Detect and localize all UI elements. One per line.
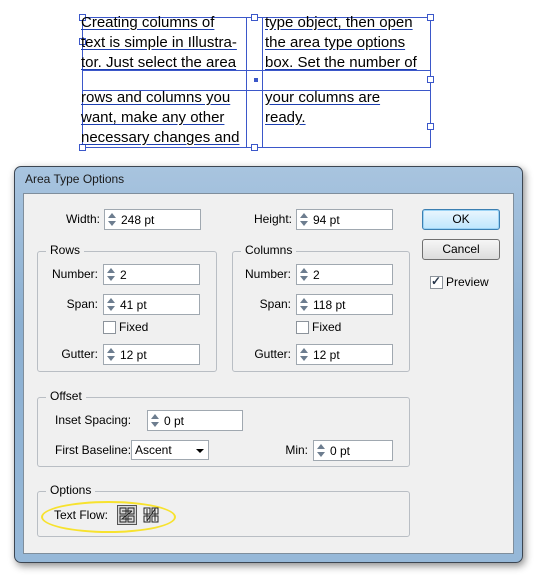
resize-handle-bottom-right[interactable]	[427, 123, 434, 130]
columns-span-stepper[interactable]	[299, 297, 309, 312]
inset-spacing-label: Inset Spacing:	[55, 413, 132, 427]
columns-number-value: 2	[313, 268, 320, 282]
checkmark-icon: ✓	[431, 274, 442, 288]
text-line: type object, then open	[265, 14, 413, 31]
columns-fixed-label: Fixed	[312, 320, 342, 334]
text-column-1-bottom: rows and columns you want, make any othe…	[81, 88, 239, 148]
options-group: Options Text Flow:	[37, 483, 410, 537]
rows-gutter-label: Gutter:	[61, 347, 98, 361]
rows-span-value: 41 pt	[120, 298, 147, 312]
width-value: 248 pt	[121, 213, 155, 227]
rows-gutter-field[interactable]: 12 pt	[103, 344, 200, 365]
width-field[interactable]: 248 pt	[104, 209, 201, 230]
columns-span-field[interactable]: 118 pt	[296, 294, 393, 315]
rows-gutter-stepper[interactable]	[106, 347, 116, 362]
preview-label: Preview	[446, 275, 489, 289]
text-column-1-top: Creating columns of text is simple in Il…	[81, 13, 237, 73]
rows-fixed-checkbox[interactable]	[103, 321, 116, 334]
height-stepper[interactable]	[299, 212, 309, 227]
offset-group: Offset Inset Spacing: 0 pt First Baselin…	[37, 389, 410, 467]
columns-gutter-field[interactable]: 12 pt	[296, 344, 393, 365]
rows-number-value: 2	[120, 268, 127, 282]
inset-spacing-field[interactable]: 0 pt	[147, 410, 243, 431]
area-type-object[interactable]: Creating columns of text is simple in Il…	[79, 13, 434, 151]
inset-spacing-stepper[interactable]	[150, 413, 160, 428]
rows-span-label: Span:	[66, 297, 98, 311]
resize-handle-bottom-middle[interactable]	[251, 144, 258, 151]
rows-group: Rows Number: 2 Span: 41 pt Fixed Gutter:…	[37, 243, 217, 372]
offset-group-title: Offset	[46, 389, 86, 403]
height-field[interactable]: 94 pt	[296, 209, 393, 230]
first-baseline-value: Ascent	[135, 443, 172, 457]
min-label: Min:	[285, 443, 308, 457]
area-type-options-dialog: Area Type Options Width: 248 pt Height: …	[14, 166, 523, 563]
rows-number-label: Number:	[51, 267, 98, 281]
text-column-2-top: type object, then open the area type opt…	[265, 13, 417, 73]
width-label: Width:	[65, 212, 100, 226]
dialog-title: Area Type Options	[25, 172, 125, 186]
rows-span-field[interactable]: 41 pt	[103, 294, 200, 315]
min-field[interactable]: 0 pt	[313, 440, 393, 461]
text-line: tor. Just select the area	[81, 54, 237, 71]
options-group-title: Options	[46, 483, 96, 497]
min-stepper[interactable]	[316, 443, 326, 458]
cancel-button[interactable]: Cancel	[422, 239, 500, 260]
resize-handle-right-middle[interactable]	[427, 76, 434, 83]
first-baseline-label: First Baseline:	[55, 443, 132, 457]
columns-group: Columns Number: 2 Span: 118 pt Fixed Gut…	[232, 243, 410, 372]
columns-gutter-label: Gutter:	[254, 347, 291, 361]
text-line: text is simple in Illustra-	[81, 34, 237, 51]
chevron-down-icon	[196, 449, 204, 453]
min-value: 0 pt	[330, 444, 351, 458]
center-point	[254, 78, 258, 82]
width-stepper[interactable]	[107, 212, 117, 227]
text-line: rows and columns you	[81, 89, 231, 106]
text-line: want, make any other	[81, 109, 225, 126]
text-line: your columns are	[265, 89, 381, 106]
rows-number-field[interactable]: 2	[103, 264, 200, 285]
height-value: 94 pt	[313, 213, 340, 227]
text-line: ready.	[265, 109, 306, 126]
column-divider-left	[246, 17, 247, 148]
resize-handle-top-right[interactable]	[427, 14, 434, 21]
text-flow-label: Text Flow:	[54, 508, 109, 522]
text-column-2-bottom: your columns are ready.	[265, 88, 380, 128]
columns-span-value: 118 pt	[313, 298, 346, 312]
text-line: Creating columns of	[81, 14, 215, 31]
height-label: Height:	[253, 212, 292, 226]
column-divider-right	[262, 17, 263, 148]
inset-spacing-value: 0 pt	[164, 414, 185, 428]
columns-fixed-checkbox[interactable]	[296, 321, 309, 334]
columns-group-title: Columns	[241, 243, 297, 257]
columns-number-stepper[interactable]	[299, 267, 309, 282]
columns-number-label: Number:	[244, 267, 291, 281]
rows-span-stepper[interactable]	[106, 297, 116, 312]
rows-group-title: Rows	[46, 243, 85, 257]
resize-handle-top-middle[interactable]	[251, 14, 258, 21]
preview-checkbox[interactable]: ✓	[430, 274, 443, 289]
columns-gutter-stepper[interactable]	[299, 347, 309, 362]
text-line: necessary changes and	[81, 129, 240, 146]
text-line: the area type options	[265, 34, 406, 51]
rows-number-stepper[interactable]	[106, 267, 116, 282]
ok-button[interactable]: OK	[422, 209, 500, 230]
columns-number-field[interactable]: 2	[296, 264, 393, 285]
first-baseline-select[interactable]: Ascent	[131, 440, 209, 460]
rows-gutter-value: 12 pt	[120, 348, 147, 362]
text-flow-by-rows-icon[interactable]	[117, 505, 137, 525]
columns-span-label: Span:	[259, 297, 291, 311]
text-line: box. Set the number of	[265, 54, 417, 71]
text-flow-by-columns-icon[interactable]	[141, 505, 161, 525]
columns-gutter-value: 12 pt	[313, 348, 340, 362]
rows-fixed-label: Fixed	[119, 320, 149, 334]
dialog-client-area: Width: 248 pt Height: 94 pt OK Cancel ✓ …	[23, 193, 514, 554]
